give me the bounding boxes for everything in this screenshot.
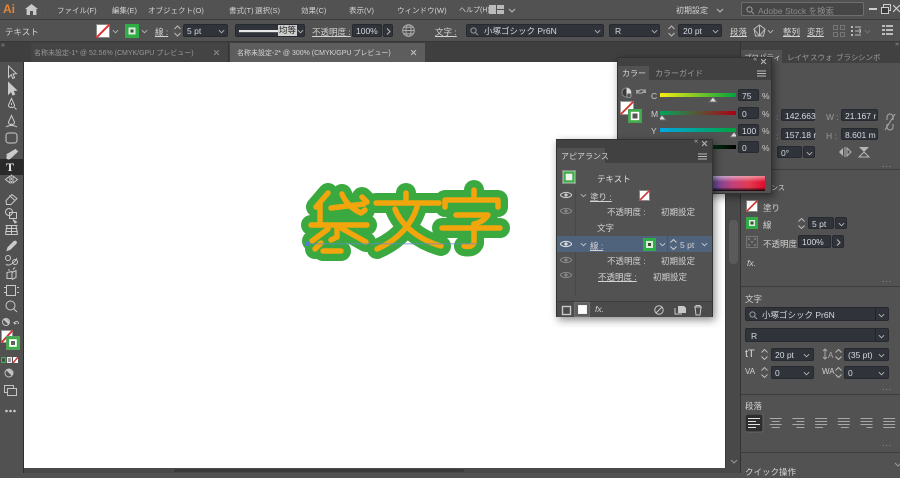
- svg-text:A: A: [828, 351, 834, 360]
- svg-text:T: T: [6, 160, 14, 174]
